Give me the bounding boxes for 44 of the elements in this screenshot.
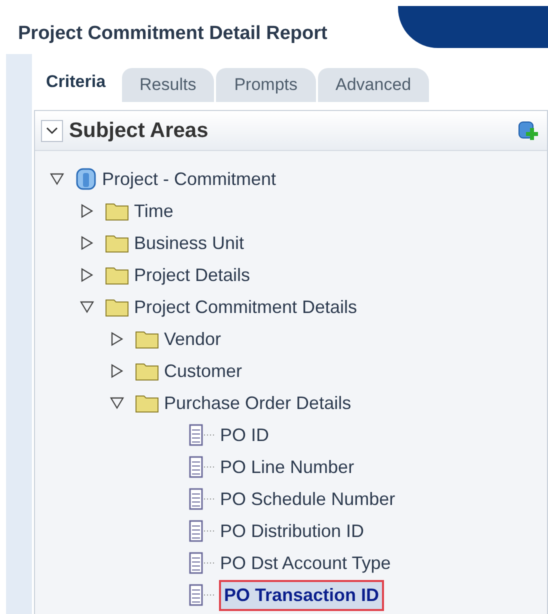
tab[interactable]: Results: [122, 68, 214, 102]
column-item[interactable]: PO Distribution ID: [219, 518, 366, 544]
tree-item[interactable]: Project - Commitment: [101, 166, 278, 192]
folder-icon: [105, 201, 129, 221]
panel-title: Subject Areas: [69, 118, 208, 144]
column-item[interactable]: PO Schedule Number: [219, 486, 396, 512]
tab[interactable]: Prompts: [216, 68, 316, 102]
column-item[interactable]: PO Transaction ID: [219, 580, 384, 610]
column-icon: [189, 552, 215, 574]
chevron-down-icon: [46, 126, 58, 134]
tree-item[interactable]: Project Details: [133, 262, 252, 288]
tree-item[interactable]: Vendor: [163, 326, 222, 352]
collapsed-triangle-icon[interactable]: [109, 331, 125, 347]
collapsed-triangle-icon[interactable]: [109, 363, 125, 379]
tree-item[interactable]: Project Commitment Details: [133, 294, 358, 320]
report-title: Project Commitment Detail Report: [18, 22, 328, 46]
tree-item[interactable]: Business Unit: [133, 230, 246, 256]
collapsed-triangle-icon[interactable]: [79, 267, 95, 283]
tree-item[interactable]: Customer: [163, 358, 244, 384]
column-item[interactable]: PO ID: [219, 422, 270, 448]
column-icon: [189, 456, 215, 478]
folder-icon: [105, 233, 129, 253]
column-icon: [189, 424, 215, 446]
folder-icon: [105, 265, 129, 285]
column-icon: [189, 488, 215, 510]
column-icon: [189, 584, 215, 606]
folder-icon: [105, 297, 129, 317]
collapsed-triangle-icon[interactable]: [79, 235, 95, 251]
collapsed-triangle-icon[interactable]: [79, 203, 95, 219]
cube-icon: [75, 167, 97, 191]
collapse-toggle[interactable]: [41, 120, 63, 142]
column-icon: [189, 520, 215, 542]
expanded-triangle-icon[interactable]: [79, 299, 95, 315]
expanded-triangle-icon[interactable]: [49, 171, 65, 187]
tree-item[interactable]: Time: [133, 198, 174, 224]
expanded-triangle-icon[interactable]: [109, 395, 125, 411]
add-subject-area-icon[interactable]: [517, 118, 541, 142]
folder-icon: [135, 329, 159, 349]
tab[interactable]: Advanced: [318, 68, 430, 102]
tree-item[interactable]: Purchase Order Details: [163, 390, 352, 416]
folder-icon: [135, 393, 159, 413]
column-item[interactable]: PO Dst Account Type: [219, 550, 392, 576]
folder-icon: [135, 361, 159, 381]
column-item[interactable]: PO Line Number: [219, 454, 356, 480]
